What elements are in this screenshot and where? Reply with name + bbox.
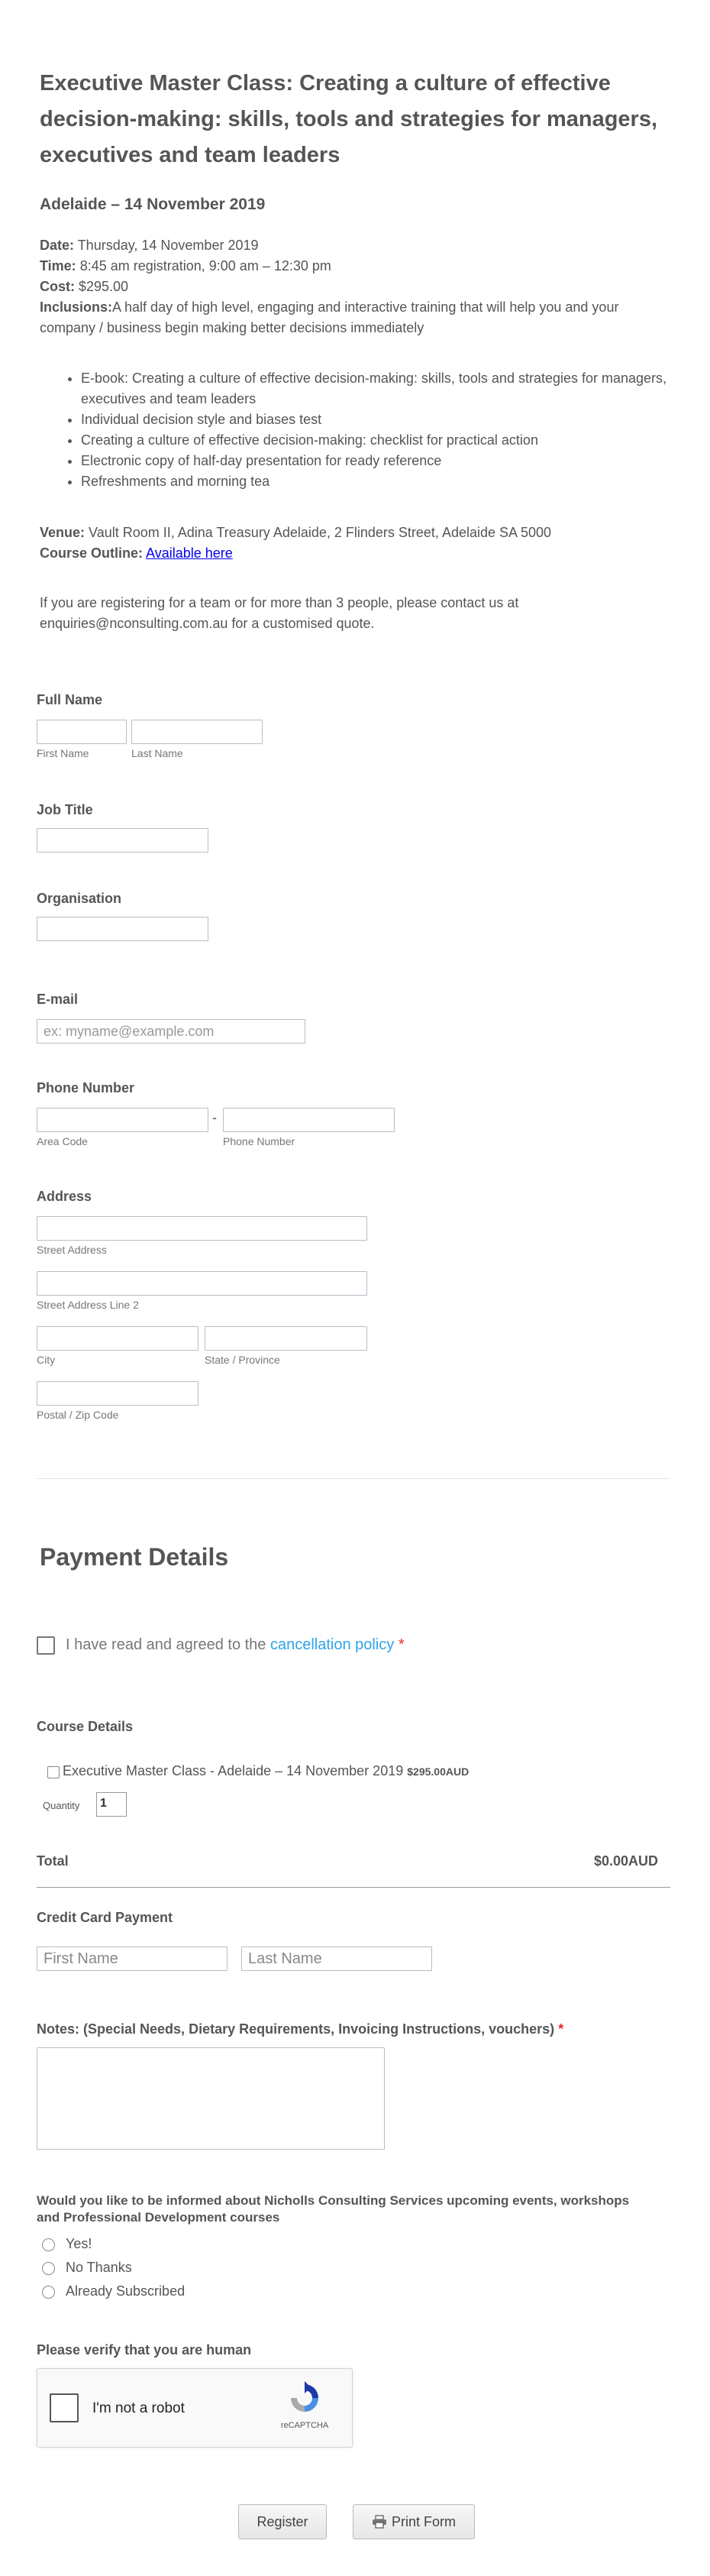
event-date-line: Date: Thursday, 14 November 2019 [40,238,259,253]
captcha-label: Please verify that you are human [37,2342,252,2358]
event-cost-line: Cost: $295.00 [40,279,129,294]
total-divider [37,1887,670,1888]
card-first-name-input[interactable]: First Name [37,1947,228,1971]
radio-already-subscribed[interactable] [42,2286,55,2299]
event-venue: Venue: Vault Room II, Adina Treasury Ade… [40,523,673,564]
phone-separator: - [212,1110,217,1125]
city-input[interactable] [37,1326,198,1351]
radio-no-thanks[interactable] [42,2262,55,2275]
state-sublabel: State / Province [205,1354,280,1366]
course-product-name: Executive Master Class - Adelaide – 14 N… [63,1763,404,1778]
postal-code-sublabel: Postal / Zip Code [37,1409,119,1421]
quantity-input[interactable]: 1 [96,1792,127,1817]
register-button[interactable]: Register [238,2504,327,2539]
list-item: Refreshments and morning tea [81,471,692,492]
print-form-button[interactable]: Print Form [353,2504,475,2539]
notes-label: Notes: (Special Needs, Dietary Requireme… [37,2021,564,2037]
job-title-input[interactable] [37,828,208,853]
phone-number-sublabel: Phone Number [223,1135,295,1147]
recaptcha-logo-icon [291,2381,318,2412]
payment-heading: Payment Details [40,1543,229,1571]
email-label: E-mail [37,992,79,1007]
phone-number-input[interactable] [223,1108,395,1132]
organisation-input[interactable] [37,917,208,941]
printer-icon [372,2515,386,2529]
recaptcha-text: I'm not a robot [92,2400,185,2416]
event-details: Date: Thursday, 14 November 2019 Time: 8… [40,235,673,338]
course-product-row: Executive Master Class - Adelaide – 14 N… [63,1763,469,1779]
list-item: E-book: Creating a culture of effective … [81,368,692,409]
state-input[interactable] [205,1326,367,1351]
quantity-label: Quantity [43,1800,80,1811]
cancellation-label: I have read and agreed to the cancellati… [66,1636,405,1653]
course-details-label: Course Details [37,1719,134,1734]
radio-yes[interactable] [42,2238,55,2251]
street-address-sublabel: Street Address [37,1244,107,1256]
full-name-label: Full Name [37,692,103,707]
inclusions-list: E-book: Creating a culture of effective … [40,368,692,492]
card-last-name-input[interactable]: Last Name [241,1947,432,1971]
cancellation-checkbox[interactable] [37,1636,55,1655]
last-name-sublabel: Last Name [131,747,183,759]
job-title-label: Job Title [37,802,93,817]
event-location-date: Adelaide – 14 November 2019 [40,196,266,213]
venue-line: Venue: Vault Room II, Adina Treasury Ade… [40,525,552,540]
area-code-sublabel: Area Code [37,1135,88,1147]
total-label: Total [37,1853,69,1869]
recaptcha-checkbox[interactable] [50,2393,79,2422]
list-item: Creating a culture of effective decision… [81,430,692,451]
street-address-input[interactable] [37,1216,367,1241]
street-address-2-input[interactable] [37,1271,367,1296]
event-time-line: Time: 8:45 am registration, 9:00 am – 12… [40,258,331,273]
last-name-input[interactable] [131,720,263,744]
list-item: Individual decision style and biases tes… [81,409,692,430]
city-sublabel: City [37,1354,56,1366]
notes-textarea[interactable] [37,2047,385,2150]
street-address-2-sublabel: Street Address Line 2 [37,1299,139,1311]
required-asterisk: * [558,2021,564,2037]
recaptcha-brand: reCAPTCHA [280,2421,329,2430]
course-product-checkbox[interactable] [47,1766,60,1778]
cancellation-policy-link[interactable]: cancellation policy [270,1636,394,1653]
list-item: Electronic copy of half-day presentation… [81,451,692,471]
outline-line: Course Outline: Available here [40,545,233,561]
radio-already-subscribed-label: Already Subscribed [66,2283,186,2299]
postal-code-input[interactable] [37,1381,198,1406]
email-input[interactable]: ex: myname@example.com [37,1019,305,1044]
total-value: $0.00AUD [593,1853,658,1869]
first-name-sublabel: First Name [37,747,89,759]
phone-label: Phone Number [37,1080,135,1095]
updates-question: Would you like to be informed about Nich… [37,2193,630,2225]
required-asterisk: * [398,1636,405,1653]
team-note: If you are registering for a team or for… [40,595,519,631]
area-code-input[interactable] [37,1108,208,1132]
event-inclusions-line: Inclusions:A half day of high level, eng… [40,299,619,335]
section-divider [37,1478,670,1479]
radio-no-thanks-label: No Thanks [66,2260,132,2275]
radio-yes-label: Yes! [66,2236,92,2251]
address-label: Address [37,1189,92,1204]
page-title: Executive Master Class: Creating a cultu… [40,71,658,167]
course-outline-link[interactable]: Available here [146,545,233,561]
credit-card-label: Credit Card Payment [37,1910,173,1925]
recaptcha-widget: I'm not a robot reCAPTCHA [37,2368,353,2448]
course-product-price: $295.00AUD [407,1765,470,1778]
first-name-input[interactable] [37,720,127,744]
organisation-label: Organisation [37,891,122,906]
